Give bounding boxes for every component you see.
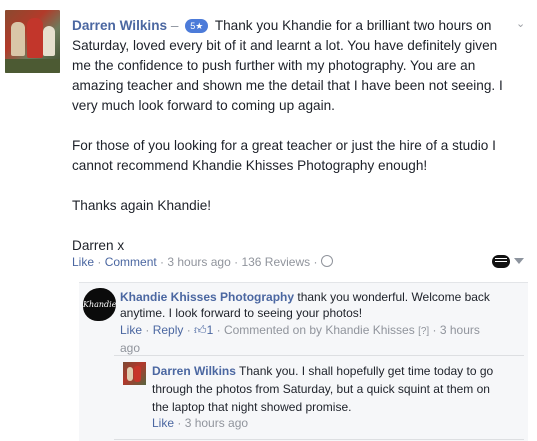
review-paragraph: Darren Wilkins – 5★ Thank you Khandie fo… [72,16,512,116]
reviews-count[interactable]: 136 Reviews [241,255,310,269]
page-logo-avatar[interactable]: Khandie [83,288,116,321]
page-avatar-icon [492,255,510,268]
review-signoff: Darren x [72,238,125,253]
comment-author[interactable]: Khandie Khisses Photography [120,290,294,304]
comment-link[interactable]: Comment [105,255,157,269]
rating-badge: 5★ [185,19,209,33]
review-post: Darren Wilkins – 5★ Thank you Khandie fo… [72,16,512,256]
thumbs-up-icon[interactable]: 👍︎ [194,322,207,338]
comment-body: Khandie Khisses Photography thank you wo… [120,289,500,321]
avatar-figure [11,22,25,56]
separator-dash: – [170,18,179,33]
comment-actions: Like · 3 hours ago [152,416,249,430]
post-actions: Like · Comment · 3 hours ago · 136 Revie… [72,255,333,269]
help-link[interactable]: [?] [418,324,429,340]
separator: · [156,255,168,269]
separator: · [94,255,105,269]
comment-like-link[interactable]: Like [120,323,142,337]
avatar-figure [43,26,55,56]
commented-on-by: Commented on by Khandie Khisses [223,323,415,337]
like-count[interactable]: 1 [207,323,214,337]
avatar-figure [127,367,133,381]
comment-time[interactable]: 3 hours ago [185,416,248,430]
comments-thread: Khandie Khandie Khisses Photography than… [79,282,528,441]
avatar-figure [27,18,43,58]
comment-reply-link[interactable]: Reply [153,323,184,337]
separator: · [230,255,242,269]
chevron-down-icon[interactable]: ⌄ [516,17,525,30]
nested-comment: Darren Wilkins Thank you. I shall hopefu… [114,355,524,440]
comment-author[interactable]: Darren Wilkins [152,364,236,378]
avatar-figure [134,366,141,382]
avatar-ground [5,59,60,73]
review-paragraph: For those of you looking for a great tea… [72,138,496,173]
logo-text: Khandie [83,300,116,309]
like-link[interactable]: Like [72,255,94,269]
author-name[interactable]: Darren Wilkins [72,18,167,33]
comment-body: Darren Wilkins Thank you. I shall hopefu… [152,362,504,416]
author-avatar[interactable] [5,10,60,73]
commenter-avatar[interactable] [123,362,146,385]
review-paragraph: Thanks again Khandie! [72,198,212,213]
post-menu-button[interactable] [490,254,526,270]
caret-down-icon [514,258,524,264]
separator: · [310,255,321,269]
post-time[interactable]: 3 hours ago [167,255,230,269]
globe-icon [320,255,333,267]
comment-like-link[interactable]: Like [152,416,174,430]
comment-actions: Like · Reply · 👍︎1 · Commented on by Kha… [120,322,480,355]
